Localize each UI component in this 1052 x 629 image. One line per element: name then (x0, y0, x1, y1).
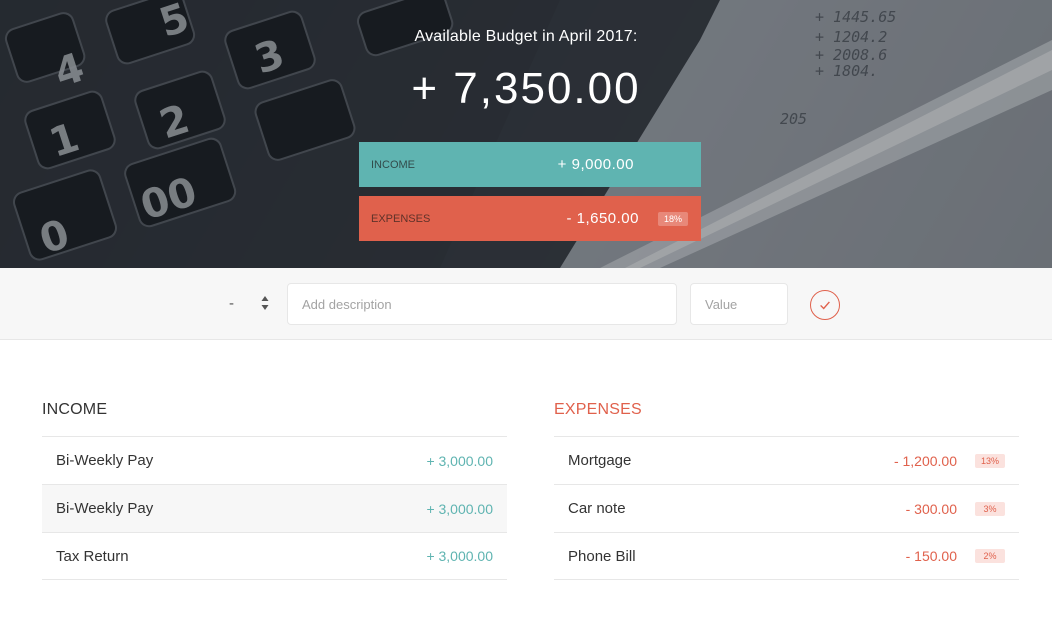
income-summary: INCOME + 9,000.00 (359, 142, 701, 187)
income-item-value: + 3,000.00 (426, 548, 493, 564)
available-budget-value: + 7,350.00 (411, 64, 641, 113)
expense-item[interactable]: Car note - 300.00 3% (554, 484, 1019, 532)
expenses-list: Mortgage - 1,200.00 13% Car note - 300.0… (554, 436, 1019, 580)
expense-item[interactable]: Phone Bill - 150.00 2% (554, 532, 1019, 580)
expense-item-value: - 300.00 (905, 500, 957, 517)
income-item-description: Bi-Weekly Pay (56, 452, 154, 469)
description-input[interactable] (287, 283, 677, 325)
income-item-value: + 3,000.00 (426, 500, 493, 517)
add-item-bar: - (0, 268, 1052, 340)
income-summary-label: INCOME (371, 158, 415, 171)
expense-item-value: - 150.00 (905, 548, 957, 564)
select-arrows-icon (261, 296, 269, 310)
income-item[interactable]: Bi-Weekly Pay + 3,000.00 (42, 436, 507, 484)
income-item-description: Bi-Weekly Pay (56, 500, 154, 517)
income-item[interactable]: Bi-Weekly Pay + 3,000.00 (42, 484, 507, 532)
income-list-title: INCOME (42, 401, 108, 418)
income-summary-value: + 9,000.00 (557, 156, 634, 173)
value-input[interactable] (690, 283, 788, 325)
budget-header: 3 2 1 00 0 4 5 + 1445.65 + 1204.2 + 2008… (0, 0, 1052, 268)
expenses-summary-label: EXPENSES (371, 212, 431, 225)
budget-title: Available Budget in April 2017: (414, 28, 638, 45)
type-select[interactable]: - (221, 283, 277, 323)
expense-item-description: Mortgage (568, 452, 632, 469)
expenses-summary: EXPENSES - 1,650.00 18% (359, 196, 701, 241)
type-select-value: - (229, 294, 234, 312)
income-item[interactable]: Tax Return + 3,000.00 (42, 532, 507, 580)
add-item-button[interactable] (810, 290, 840, 320)
income-item-value: + 3,000.00 (426, 452, 493, 469)
income-item-description: Tax Return (56, 547, 129, 565)
income-list: Bi-Weekly Pay + 3,000.00 Bi-Weekly Pay +… (42, 436, 507, 580)
checkmark-icon (820, 301, 830, 310)
expense-item-percentage: 13% (975, 453, 1005, 468)
expense-item[interactable]: Mortgage - 1,200.00 13% (554, 436, 1019, 484)
expense-item-percentage: 3% (975, 501, 1005, 516)
expenses-summary-percentage: 18% (657, 211, 688, 226)
expense-item-percentage: 2% (975, 549, 1005, 563)
expenses-list-title: EXPENSES (554, 401, 642, 418)
expense-item-value: - 1,200.00 (893, 452, 957, 469)
expense-item-description: Phone Bill (568, 547, 636, 565)
expense-item-description: Car note (568, 500, 626, 517)
